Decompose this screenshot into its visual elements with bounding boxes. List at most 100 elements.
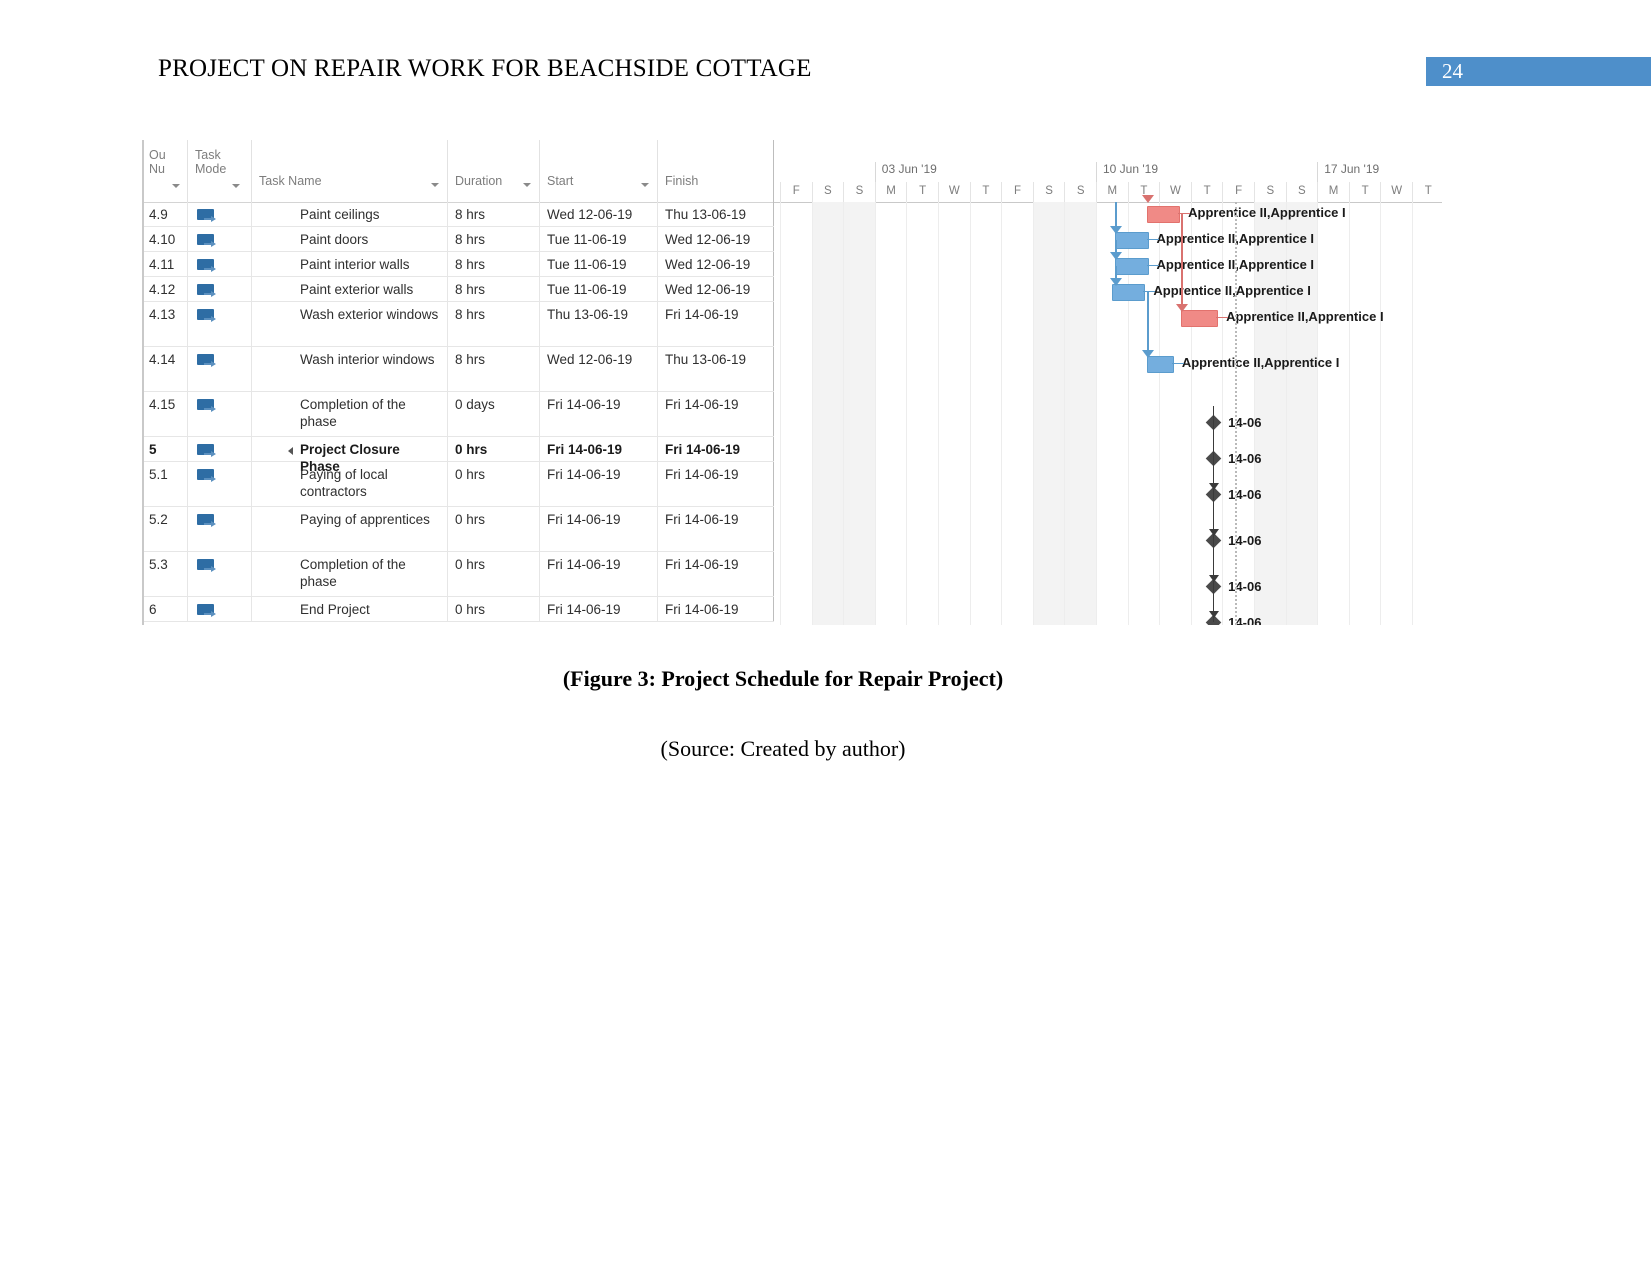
cell-task-mode[interactable] <box>188 302 252 346</box>
cell-task-mode[interactable] <box>188 252 252 276</box>
cell-duration[interactable]: 8 hrs <box>448 252 540 276</box>
cell-task-mode[interactable] <box>188 347 252 391</box>
cell-task-mode[interactable] <box>188 437 252 461</box>
cell-indent-spacer[interactable] <box>252 252 300 276</box>
cell-task-name[interactable]: Project Closure Phase <box>288 437 448 474</box>
cell-start-date[interactable]: Tue 11-06-19 <box>540 252 658 276</box>
cell-finish-date[interactable]: Fri 14-06-19 <box>658 507 774 551</box>
cell-indent-spacer[interactable] <box>252 507 300 551</box>
cell-task-name[interactable]: End Project <box>300 597 448 621</box>
cell-outline-number[interactable]: 4.14 <box>142 347 188 391</box>
cell-outline-number[interactable]: 5.3 <box>142 552 188 596</box>
cell-outline-number[interactable]: 4.13 <box>142 302 188 346</box>
grid-timeline-splitter[interactable] <box>142 140 144 625</box>
cell-task-name[interactable]: Paying of local contractors <box>300 462 448 506</box>
gantt-bar[interactable] <box>1114 258 1149 275</box>
cell-start-date[interactable]: Tue 11-06-19 <box>540 227 658 251</box>
cell-start-date[interactable]: Fri 14-06-19 <box>540 392 658 436</box>
gantt-bar[interactable] <box>1114 232 1149 249</box>
table-row[interactable]: 5.2 Paying of apprentices 0 hrs Fri 14-06-1… <box>142 507 774 552</box>
cell-task-mode[interactable] <box>188 202 252 226</box>
cell-duration[interactable]: 0 days <box>448 392 540 436</box>
table-row[interactable]: 5.1 Paying of local contractors 0 hrs Fri 1… <box>142 462 774 507</box>
cell-duration[interactable]: 0 hrs <box>448 597 540 621</box>
cell-finish-date[interactable]: Fri 14-06-19 <box>658 392 774 436</box>
cell-duration[interactable]: 0 hrs <box>448 437 540 461</box>
table-row[interactable]: 5.3 Completion of the phase 0 hrs Fri 14-06… <box>142 552 774 597</box>
cell-indent-spacer[interactable] <box>252 227 300 251</box>
table-row[interactable]: 4.9 Paint ceilings 8 hrs Wed 12-06-19 Thu 13… <box>142 202 774 227</box>
cell-task-name[interactable]: Paying of apprentices <box>300 507 448 551</box>
gantt-bar[interactable] <box>1111 284 1146 301</box>
cell-indent-spacer[interactable] <box>252 597 300 621</box>
cell-task-mode[interactable] <box>188 277 252 301</box>
gantt-bar[interactable] <box>1146 356 1174 373</box>
cell-finish-date[interactable]: Fri 14-06-19 <box>658 462 774 506</box>
cell-indent-spacer[interactable] <box>252 462 300 506</box>
cell-outline-number[interactable]: 4.9 <box>142 202 188 226</box>
cell-indent-spacer[interactable] <box>252 277 300 301</box>
gantt-bar-critical[interactable] <box>1146 206 1181 223</box>
cell-task-mode[interactable] <box>188 552 252 596</box>
cell-finish-date[interactable]: Fri 14-06-19 <box>658 437 774 461</box>
column-header-outline-number[interactable]: Ou Nu <box>142 140 188 202</box>
column-header-start[interactable]: Start <box>540 140 658 202</box>
cell-task-mode[interactable] <box>188 597 252 621</box>
cell-start-date[interactable]: Fri 14-06-19 <box>540 597 658 621</box>
cell-finish-date[interactable]: Wed 12-06-19 <box>658 227 774 251</box>
table-row[interactable]: 5 Project Closure Phase 0 hrs Fri 14-06-19 F… <box>142 437 774 474</box>
table-row[interactable]: 4.14 Wash interior windows 8 hrs Wed 12-06-… <box>142 347 774 392</box>
table-row[interactable]: 6 End Project 0 hrs Fri 14-06-19 Fri 14-06-1… <box>142 597 774 622</box>
cell-finish-date[interactable]: Fri 14-06-19 <box>658 597 774 621</box>
cell-duration[interactable]: 0 hrs <box>448 507 540 551</box>
cell-task-name[interactable]: Completion of the phase <box>300 552 448 596</box>
cell-task-mode[interactable] <box>188 507 252 551</box>
cell-task-name[interactable]: Paint interior walls <box>300 252 448 276</box>
cell-duration[interactable]: 0 hrs <box>448 462 540 506</box>
cell-finish-date[interactable]: Thu 13-06-19 <box>658 202 774 226</box>
column-header-task-name[interactable]: Task Name <box>252 140 448 202</box>
cell-task-mode[interactable] <box>188 227 252 251</box>
cell-task-name[interactable]: Wash interior windows <box>300 347 448 391</box>
cell-indent-spacer[interactable] <box>252 552 300 596</box>
table-row[interactable]: 4.13 Wash exterior windows 8 hrs Thu 13-06-… <box>142 302 774 347</box>
cell-outline-number[interactable]: 4.11 <box>142 252 188 276</box>
cell-outline-number[interactable]: 6 <box>142 597 188 621</box>
column-header-task-mode[interactable]: Task Mode <box>188 140 252 202</box>
cell-outline-number[interactable]: 5 <box>142 437 188 461</box>
table-row[interactable]: 4.15 Completion of the phase 0 days Fri 14-… <box>142 392 774 437</box>
cell-finish-date[interactable]: Fri 14-06-19 <box>658 552 774 596</box>
cell-outline-number[interactable]: 4.10 <box>142 227 188 251</box>
cell-task-name[interactable]: Paint ceilings <box>300 202 448 226</box>
collapse-expander-icon[interactable] <box>288 447 293 455</box>
cell-indent-spacer[interactable] <box>252 392 300 436</box>
cell-task-mode[interactable] <box>188 462 252 506</box>
cell-finish-date[interactable]: Thu 13-06-19 <box>658 347 774 391</box>
cell-duration[interactable]: 0 hrs <box>448 552 540 596</box>
cell-outline-number[interactable]: 5.2 <box>142 507 188 551</box>
cell-task-name[interactable]: Paint doors <box>300 227 448 251</box>
cell-indent-spacer[interactable] <box>252 347 300 391</box>
cell-indent-spacer[interactable] <box>252 302 300 346</box>
gantt-bar-critical[interactable] <box>1181 310 1219 327</box>
cell-task-mode[interactable] <box>188 392 252 436</box>
cell-start-date[interactable]: Fri 14-06-19 <box>540 552 658 596</box>
cell-outline-number[interactable]: 4.12 <box>142 277 188 301</box>
cell-duration[interactable]: 8 hrs <box>448 347 540 391</box>
cell-start-date[interactable]: Fri 14-06-19 <box>540 437 658 461</box>
column-header-finish[interactable]: Finish <box>658 140 774 202</box>
cell-finish-date[interactable]: Wed 12-06-19 <box>658 252 774 276</box>
cell-outline-number[interactable]: 4.15 <box>142 392 188 436</box>
cell-start-date[interactable]: Thu 13-06-19 <box>540 302 658 346</box>
cell-duration[interactable]: 8 hrs <box>448 227 540 251</box>
cell-start-date[interactable]: Wed 12-06-19 <box>540 347 658 391</box>
cell-task-name[interactable]: Paint exterior walls <box>300 277 448 301</box>
column-header-duration[interactable]: Duration <box>448 140 540 202</box>
table-row[interactable]: 4.10 Paint doors 8 hrs Tue 11-06-19 Wed 12-0… <box>142 227 774 252</box>
table-row[interactable]: 4.12 Paint exterior walls 8 hrs Tue 11-06-1… <box>142 277 774 302</box>
cell-duration[interactable]: 8 hrs <box>448 202 540 226</box>
cell-task-name[interactable]: Wash exterior windows <box>300 302 448 346</box>
cell-start-date[interactable]: Tue 11-06-19 <box>540 277 658 301</box>
cell-finish-date[interactable]: Fri 14-06-19 <box>658 302 774 346</box>
cell-finish-date[interactable]: Wed 12-06-19 <box>658 277 774 301</box>
